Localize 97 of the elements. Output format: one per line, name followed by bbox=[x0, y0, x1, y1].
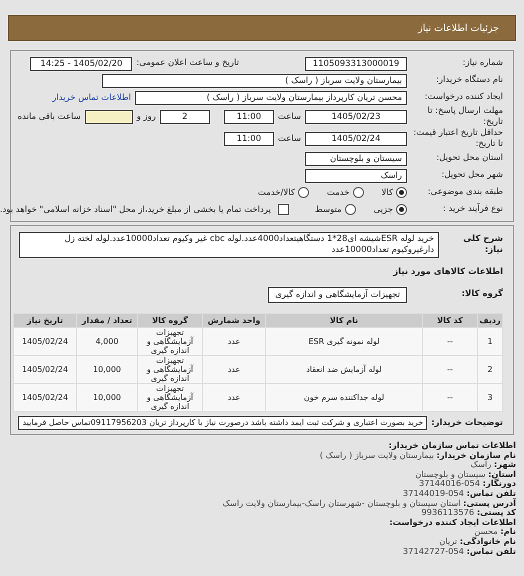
column-header: نام کالا bbox=[266, 314, 422, 327]
field-label[interactable]: کد پستی: bbox=[476, 507, 516, 518]
field-label[interactable]: حداقل تاریخ اعتبار قیمت: تا تاریخ: bbox=[411, 128, 503, 150]
input-field[interactable]: محسن تریان کارپرداز بیمارستان ولایت سرباز ( راسک ) bbox=[135, 90, 407, 104]
input-field[interactable]: 11:00 bbox=[224, 110, 274, 124]
input-field[interactable]: 1405/02/20 - 14:25 bbox=[30, 56, 132, 70]
option-label: متوسط bbox=[314, 204, 342, 214]
column-header: کد کالا bbox=[423, 314, 477, 327]
table-cell: لوله آزمایش ضد انعقاد bbox=[266, 356, 422, 383]
field-label[interactable]: تلفن تماس: bbox=[466, 488, 516, 498]
field-label[interactable]: ساعت bbox=[278, 134, 301, 144]
contact-link[interactable]: اطلاعات تماس خریدار bbox=[52, 92, 131, 102]
option-label: جزیی bbox=[374, 204, 393, 214]
field-label[interactable]: تاریخ و ساعت اعلان عمومی: bbox=[136, 58, 239, 69]
field-label[interactable]: ساعت bbox=[278, 112, 301, 122]
field-label[interactable]: آدرس پستی: bbox=[463, 498, 516, 508]
field-label[interactable]: شماره نیاز: bbox=[411, 58, 503, 69]
input-field[interactable]: 2 bbox=[160, 110, 210, 124]
field-value[interactable]: محسن bbox=[474, 526, 498, 536]
field-value[interactable]: سیستان و بلوچستان bbox=[415, 468, 486, 479]
table-cell: -- bbox=[423, 328, 477, 355]
notes-box: خرید بصورت اعتباری و شرکت ثبت ایمد داشته باشد درصورت نیاز با کارپرداز تریان 09117956203تماس حاصل فرمایید bbox=[18, 416, 428, 430]
field-label[interactable]: گروه کالا: bbox=[411, 289, 503, 300]
radio-button[interactable] bbox=[298, 187, 309, 198]
field-value[interactable]: بیمارستان ولایت سرباز ( راسک ) bbox=[320, 450, 434, 460]
field-label[interactable]: نام خانوادگی: bbox=[460, 536, 516, 546]
column-header: گروه کالا bbox=[138, 314, 202, 327]
field-label[interactable]: شهر محل تحویل: bbox=[411, 170, 503, 181]
field-label[interactable]: ایجاد کننده درخواست: bbox=[411, 92, 503, 103]
field-label[interactable]: مهلت ارسال پاسخ: تا تاریخ: bbox=[411, 106, 503, 128]
input-field[interactable] bbox=[84, 110, 133, 124]
field-value[interactable]: 054-37144016 bbox=[418, 478, 480, 488]
field-label[interactable]: روز و bbox=[136, 112, 156, 122]
table-cell: 1405/02/24 bbox=[14, 328, 76, 355]
table-cell: عدد bbox=[203, 384, 265, 411]
option-label: کالا bbox=[382, 188, 393, 198]
field-value[interactable]: 9936113576 bbox=[421, 507, 474, 518]
column-header: ردیف bbox=[478, 314, 502, 327]
field-value[interactable]: راسک bbox=[470, 459, 492, 470]
field-label[interactable]: طبقه بندی موضوعی: bbox=[411, 187, 503, 198]
input-field[interactable]: 1105093313000019 bbox=[305, 56, 407, 70]
input-field[interactable]: راسک bbox=[305, 168, 407, 182]
radio-button[interactable] bbox=[396, 204, 407, 215]
input-field[interactable]: بیمارستان ولایت سرباز ( راسک ) bbox=[102, 74, 407, 88]
field-value[interactable]: 054-37142727 bbox=[402, 546, 464, 556]
field-label[interactable]: شهر: bbox=[494, 459, 516, 470]
page-title: جزئیات اطلاعات نیاز bbox=[418, 22, 499, 34]
table-cell: تجهیزات آزمایشگاهی و اندازه گیری bbox=[138, 356, 202, 383]
input-field[interactable]: 1405/02/23 bbox=[305, 110, 407, 124]
radio-button[interactable] bbox=[396, 187, 407, 198]
field-value[interactable]: 054-37144019 bbox=[402, 488, 464, 498]
section-heading: اطلاعات تماس سازمان خریدار: bbox=[388, 440, 516, 450]
field-label[interactable]: تلفن تماس: bbox=[466, 546, 516, 556]
field-label[interactable]: نام دستگاه خریدار: bbox=[411, 75, 503, 86]
table-cell: لوله نمونه گیری ESR bbox=[266, 328, 422, 355]
table-cell: 10,000 bbox=[77, 356, 137, 383]
table-cell: تجهیزات آزمایشگاهی و اندازه گیری bbox=[138, 328, 202, 355]
field-value[interactable]: تریان bbox=[439, 536, 458, 546]
section-heading: اطلاعات ایجاد کننده درخواست: bbox=[389, 516, 516, 527]
option-label: خدمت bbox=[326, 188, 350, 198]
input-field[interactable]: تجهیزات آزمایشگاهی و اندازه گیری bbox=[268, 286, 407, 302]
input-field[interactable]: 1405/02/24 bbox=[305, 132, 407, 146]
table-cell: 1405/02/24 bbox=[14, 384, 76, 411]
description-box: خرید لوله ESRشیشه ای28*1 دستگاهیتعداد4000عدد.لوله cbc غیر وکیوم تعداد10000عدد.لوله لخته زل دارغیروکیوم تعداد10000عدد bbox=[19, 232, 439, 258]
table-cell: 10,000 bbox=[77, 384, 137, 411]
table-cell: -- bbox=[423, 356, 477, 383]
table-cell: -- bbox=[423, 384, 477, 411]
table-cell: 1 bbox=[478, 328, 502, 355]
table-cell: 3 bbox=[478, 384, 502, 411]
field-label[interactable]: نام سازمان خریدار: bbox=[436, 450, 516, 460]
checkbox[interactable] bbox=[278, 204, 289, 215]
column-header: واحد شمارش bbox=[203, 314, 265, 327]
field-label[interactable]: توضیحات خریدار: bbox=[431, 418, 503, 428]
table-cell: تجهیزات آزمایشگاهی و اندازه گیری bbox=[138, 384, 202, 411]
table-cell: لوله جداکننده سرم خون bbox=[266, 384, 422, 411]
section-heading: اطلاعات کالاهای مورد نیاز bbox=[393, 266, 503, 276]
field-label[interactable]: استان محل تحویل: bbox=[411, 153, 503, 164]
field-label[interactable]: نام: bbox=[500, 526, 516, 536]
payment-note: پرداخت تمام یا بخشی از مبلغ خرید،از محل "اسناد خزانه اسلامی" خواهد بود. bbox=[0, 204, 271, 214]
column-header: تاریخ نیاز bbox=[14, 314, 76, 327]
field-label[interactable]: نوع فرآیند خرید : bbox=[411, 204, 503, 215]
field-value[interactable]: استان سیستان و بلوچستان -شهرستان راسک-بیمارستان ولایت راسک bbox=[222, 498, 460, 508]
table-cell: عدد bbox=[203, 328, 265, 355]
option-label: کالا/خدمت bbox=[258, 188, 295, 198]
table-cell: عدد bbox=[203, 356, 265, 383]
table-cell: 1405/02/24 bbox=[14, 356, 76, 383]
table-cell: 2 bbox=[478, 356, 502, 383]
field-label[interactable]: ساعت باقی مانده bbox=[18, 112, 81, 122]
radio-button[interactable] bbox=[344, 204, 356, 215]
radio-button[interactable] bbox=[352, 187, 364, 198]
table-cell: 4,000 bbox=[77, 328, 137, 355]
field-label[interactable]: شرح کلی نیاز: bbox=[443, 234, 503, 256]
field-label[interactable]: استان: bbox=[488, 468, 516, 479]
input-field[interactable]: سیستان و بلوچستان bbox=[305, 152, 407, 166]
column-header: تعداد / مقدار bbox=[77, 314, 137, 327]
input-field[interactable]: 11:00 bbox=[224, 132, 274, 146]
field-label[interactable]: دورنگار: bbox=[482, 478, 516, 488]
